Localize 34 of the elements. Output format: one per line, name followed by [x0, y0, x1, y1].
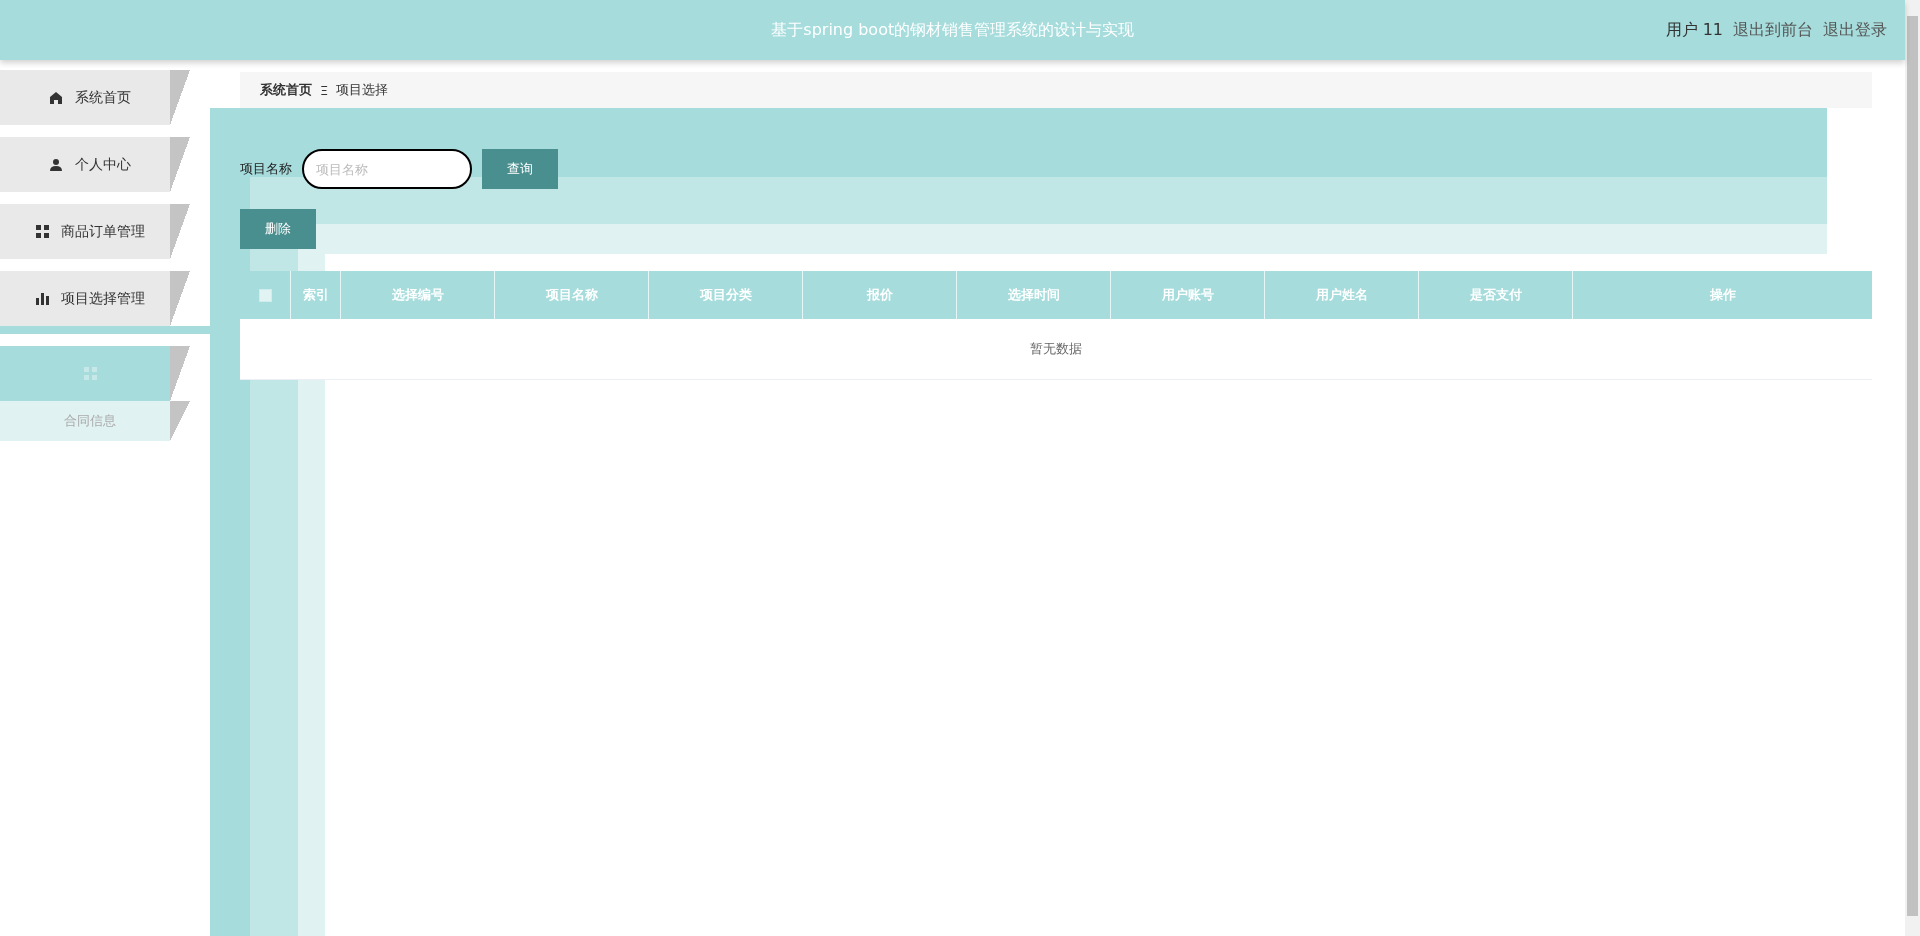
breadcrumb-item: 项目选择: [336, 81, 389, 99]
menu-label: 商品订单管理: [60, 222, 145, 241]
empty-message: 暂无数据: [1030, 340, 1082, 358]
header-link[interactable]: 退出到前台: [1733, 19, 1813, 41]
search-label: 项目名称: [240, 160, 292, 178]
column-header: 选择时间: [956, 271, 1110, 319]
home-icon: [49, 90, 63, 105]
grid-icon: [35, 225, 49, 238]
column-header: 是否支付: [1418, 271, 1572, 319]
breadcrumb-item[interactable]: 系统首页: [260, 81, 312, 99]
column-header: 索引: [290, 271, 340, 319]
menu-label: 项目选择管理: [60, 289, 145, 308]
column-header: 用户账号: [1110, 271, 1264, 319]
username-label: 用户 11: [1665, 19, 1723, 41]
select-all-checkbox[interactable]: [258, 288, 272, 302]
column-header: 报价: [802, 271, 956, 319]
bar-chart-icon: [35, 292, 49, 305]
column-header: 用户姓名: [1264, 271, 1418, 319]
breadcrumb-separator: Ξ: [320, 82, 329, 98]
menu-label: 个人中心: [75, 155, 131, 174]
column-header: 选择编号: [340, 271, 494, 319]
delete-button[interactable]: 删除: [240, 209, 316, 249]
header-link[interactable]: 退出登录: [1823, 19, 1887, 41]
sidebar-item[interactable]: 项目选择管理: [0, 271, 210, 334]
search-field[interactable]: 项目名称: [302, 149, 472, 189]
site-title: 基于spring boot的钢材销售管理系统的设计与实现: [770, 19, 1136, 41]
column-header: 项目分类: [648, 271, 802, 319]
search-button[interactable]: 查询: [482, 149, 558, 189]
scrollbar-thumb[interactable]: [1907, 16, 1918, 916]
user-icon: [49, 157, 63, 172]
menu-label: 系统首页: [75, 88, 131, 107]
column-header: 操作: [1572, 271, 1872, 319]
grid-icon: [83, 367, 97, 380]
column-header: 项目名称: [494, 271, 648, 319]
